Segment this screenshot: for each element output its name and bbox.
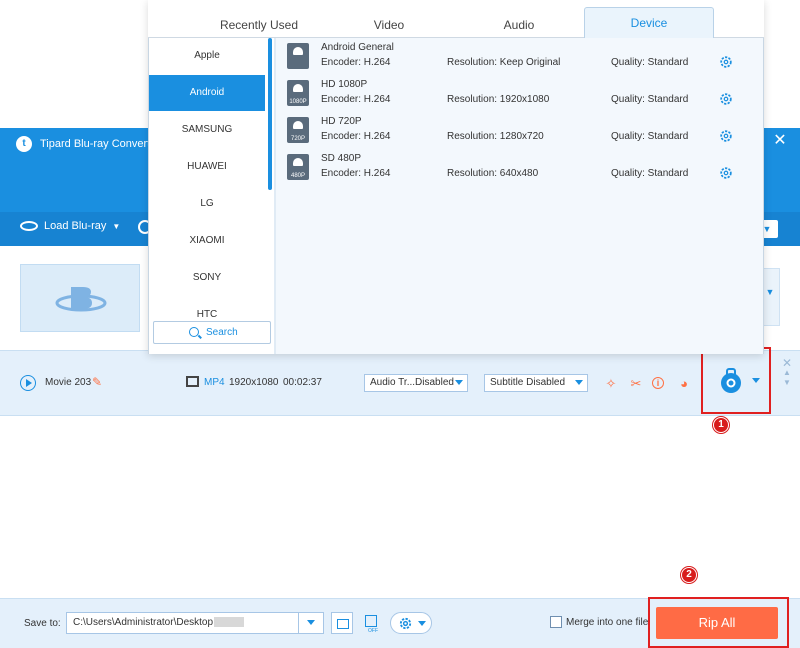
disc-icon bbox=[20, 221, 38, 231]
subtitle-value: Subtitle Disabled bbox=[490, 377, 566, 388]
profile-encoder: Encoder: H.264 bbox=[321, 57, 391, 68]
audio-track-value: Audio Tr...Disabled bbox=[370, 377, 454, 388]
category-huawei[interactable]: HUAWEI bbox=[149, 149, 265, 185]
chevron-down-icon: ▼ bbox=[112, 221, 121, 231]
gear-icon bbox=[399, 617, 412, 630]
profile-quality: Quality: Standard bbox=[611, 168, 689, 179]
resolution-label: 1920x1080 bbox=[229, 377, 279, 388]
save-path-dropdown[interactable] bbox=[298, 612, 324, 634]
source-thumbnail bbox=[20, 264, 140, 332]
profile-name: Android General bbox=[321, 42, 394, 53]
search-icon bbox=[189, 327, 199, 337]
open-folder-button[interactable] bbox=[331, 612, 353, 634]
format-label: MP4 bbox=[204, 377, 225, 388]
subtitle-select[interactable]: Subtitle Disabled bbox=[484, 374, 588, 392]
hw-off-label: OFF bbox=[368, 628, 378, 634]
bluray-logo-icon bbox=[55, 287, 107, 312]
tab-recently-used[interactable]: Recently Used bbox=[186, 18, 332, 38]
annotation-highlight-output-format bbox=[701, 347, 771, 414]
chip-icon bbox=[365, 615, 377, 627]
duration-label: 00:02:37 bbox=[283, 377, 322, 388]
movie-name: Movie 203 bbox=[45, 377, 92, 388]
category-xiaomi[interactable]: XIAOMI bbox=[149, 223, 265, 259]
profile-resolution: Resolution: 640x480 bbox=[447, 168, 539, 179]
tab-device[interactable]: Device bbox=[584, 7, 714, 39]
profile-quality: Quality: Standard bbox=[611, 57, 689, 68]
gear-icon[interactable] bbox=[719, 55, 733, 69]
android-icon: 720P bbox=[287, 117, 309, 143]
profile-encoder: Encoder: H.264 bbox=[321, 131, 391, 142]
load-bluray-label: Load Blu-ray bbox=[44, 220, 107, 232]
gear-icon[interactable] bbox=[719, 166, 733, 180]
profile-resolution: Resolution: 1920x1080 bbox=[447, 94, 550, 105]
audio-track-select[interactable]: Audio Tr...Disabled bbox=[364, 374, 468, 392]
category-sony[interactable]: SONY bbox=[149, 260, 265, 296]
category-samsung[interactable]: SAMSUNG bbox=[149, 112, 265, 148]
app-logo-icon: t bbox=[16, 136, 32, 152]
profile-encoder: Encoder: H.264 bbox=[321, 168, 391, 179]
edit-name-icon[interactable]: ✎ bbox=[92, 375, 102, 389]
hardware-acceleration-button[interactable]: OFF bbox=[361, 612, 383, 634]
info-icon[interactable]: i bbox=[652, 377, 664, 389]
save-to-label: Save to: bbox=[24, 618, 61, 629]
annotation-badge-2: 2 bbox=[681, 567, 697, 583]
play-icon[interactable] bbox=[20, 375, 36, 391]
scissors-icon[interactable]: ✂ bbox=[628, 376, 644, 392]
settings-button[interactable] bbox=[390, 612, 432, 634]
load-bluray-button[interactable]: Load Blu-ray ▼ bbox=[20, 220, 120, 232]
profile-resolution: Resolution: 1280x720 bbox=[447, 131, 544, 142]
profile-resolution: Resolution: Keep Original bbox=[447, 57, 561, 68]
merge-label: Merge into one file bbox=[566, 617, 649, 628]
close-window-button[interactable]: ✕ bbox=[772, 133, 788, 149]
palette-icon[interactable]: ◕ bbox=[676, 376, 692, 392]
merge-checkbox[interactable] bbox=[550, 616, 562, 628]
gear-icon[interactable] bbox=[719, 129, 733, 143]
profile-quality: Quality: Standard bbox=[611, 131, 689, 142]
save-path-field[interactable]: C:\Users\Administrator\Desktop bbox=[66, 612, 324, 634]
annotation-badge-1: 1 bbox=[713, 417, 729, 433]
category-android[interactable]: Android bbox=[149, 75, 265, 111]
android-icon bbox=[287, 43, 309, 69]
move-up-icon[interactable]: ▲ bbox=[783, 368, 791, 377]
profile-quality: Quality: Standard bbox=[611, 94, 689, 105]
gear-icon[interactable] bbox=[719, 92, 733, 106]
android-icon: 480P bbox=[287, 154, 309, 180]
android-icon: 1080P bbox=[287, 80, 309, 106]
category-lg[interactable]: LG bbox=[149, 186, 265, 222]
tab-video[interactable]: Video bbox=[314, 18, 464, 38]
category-apple[interactable]: Apple bbox=[149, 38, 265, 74]
move-down-icon[interactable]: ▼ bbox=[783, 378, 791, 387]
profile-name: HD 1080P bbox=[321, 79, 368, 90]
film-icon bbox=[186, 376, 199, 387]
annotation-highlight-rip-all bbox=[648, 597, 789, 648]
chevron-down-icon bbox=[455, 380, 463, 385]
tab-audio[interactable]: Audio bbox=[444, 18, 594, 38]
chevron-down-icon bbox=[575, 380, 583, 385]
chevron-down-icon bbox=[418, 621, 426, 626]
enhance-icon[interactable]: ✧ bbox=[603, 376, 619, 392]
save-path-value: C:\Users\Administrator\Desktop bbox=[73, 617, 214, 628]
profile-name: SD 480P bbox=[321, 153, 362, 164]
profile-name: HD 720P bbox=[321, 116, 362, 127]
redacted-text bbox=[214, 617, 245, 628]
category-search-input[interactable]: Search bbox=[153, 321, 271, 344]
profile-encoder: Encoder: H.264 bbox=[321, 94, 391, 105]
category-scrollbar[interactable] bbox=[268, 38, 272, 190]
app-title: Tipard Blu-ray Converter bbox=[40, 138, 161, 150]
